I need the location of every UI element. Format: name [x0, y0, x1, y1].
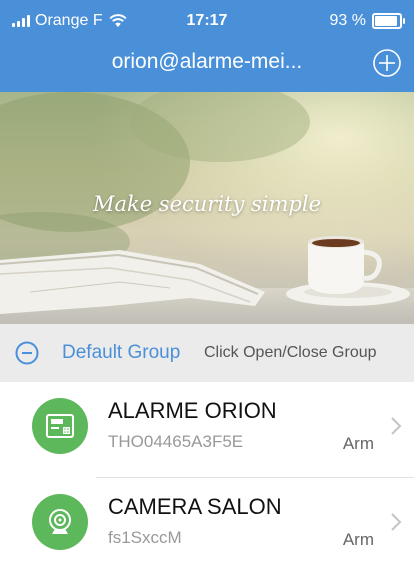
chevron-right-icon: [391, 513, 402, 531]
battery-icon: [372, 13, 405, 29]
app-header: Orange F 17:17 93 % orion@alarme-mei...: [0, 0, 414, 92]
device-row-alarme-orion[interactable]: ALARME ORION THO04465A3F5E Arm: [0, 382, 414, 468]
camera-icon: [32, 494, 88, 550]
device-name: ALARME ORION: [108, 398, 277, 423]
device-id: fs1SxccM: [108, 528, 182, 547]
add-device-button[interactable]: [372, 48, 402, 78]
device-name: CAMERA SALON: [108, 494, 282, 519]
banner: Make security simple: [0, 92, 414, 324]
minus-circle-icon[interactable]: [15, 341, 39, 365]
group-name[interactable]: Default Group: [62, 342, 180, 364]
device-status: Arm: [342, 530, 374, 549]
status-right: 93 %: [329, 12, 405, 30]
status-bar: Orange F 17:17 93 %: [0, 0, 414, 44]
device-row-camera-salon[interactable]: CAMERA SALON fs1SxccM Arm: [0, 478, 414, 564]
page-title: orion@alarme-mei...: [111, 50, 303, 73]
device-status: Arm: [342, 434, 374, 453]
banner-tagline: Make security simple: [92, 192, 322, 216]
device-id: THO04465A3F5E: [108, 432, 244, 451]
chevron-right-icon: [391, 417, 402, 435]
group-header[interactable]: Default Group Click Open/Close Group: [0, 324, 414, 382]
alarm-panel-icon: [32, 398, 88, 454]
group-hint: Click Open/Close Group: [204, 344, 377, 361]
battery-percent: 93 %: [329, 12, 366, 29]
battery-fill: [375, 16, 397, 26]
